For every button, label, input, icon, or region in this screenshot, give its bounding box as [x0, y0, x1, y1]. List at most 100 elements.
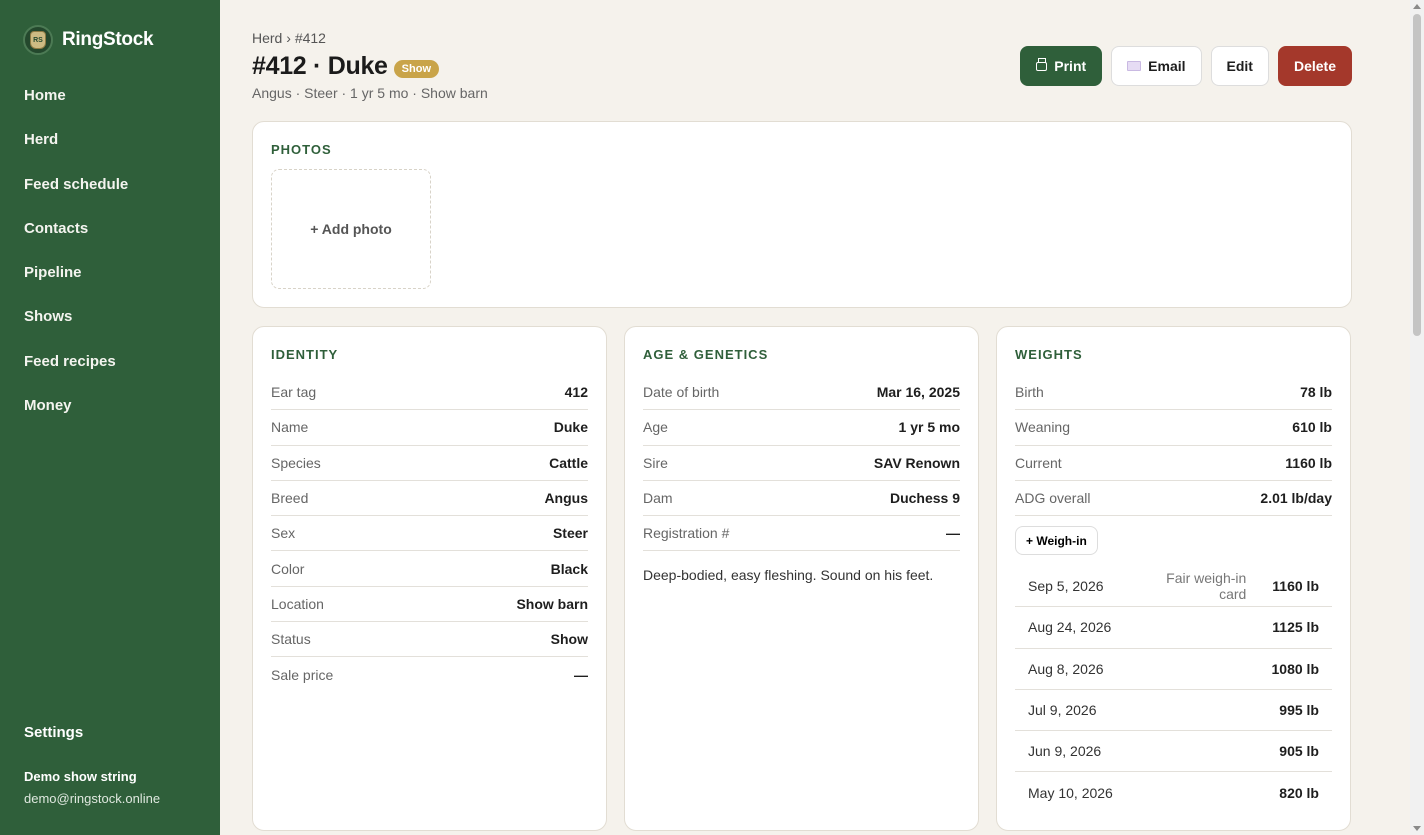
identity-row: Color Black — [271, 551, 588, 587]
weigh-in-weight: 1080 lb — [1271, 660, 1319, 677]
field-label: Birth — [1015, 384, 1044, 401]
field-value: Steer — [552, 525, 588, 542]
page-title: #412 · Duke — [252, 52, 388, 80]
weights-card: WEIGHTS Birth 78 lb Weaning 610 lb Current… — [996, 326, 1351, 831]
field-label: Sale price — [271, 667, 334, 684]
sidebar-item-pipeline[interactable]: Pipeline — [24, 262, 128, 306]
field-label: Breed — [271, 490, 309, 507]
field-label: Date of birth — [643, 384, 720, 401]
identity-row: Sale price — — [271, 657, 588, 692]
sidebar-item-feed-recipes[interactable]: Feed recipes — [24, 351, 128, 395]
genetics-row: Dam Duchess 9 — [643, 481, 960, 517]
weight-summary-row: Weaning 610 lb — [1015, 410, 1332, 446]
field-value: Cattle — [549, 454, 588, 471]
field-value: 1 yr 5 mo — [898, 419, 960, 436]
email-button[interactable]: Email — [1111, 46, 1202, 86]
weigh-in-button[interactable]: + Weigh-in — [1015, 526, 1098, 555]
sidebar-item-herd[interactable]: Herd — [24, 129, 128, 173]
weigh-in-weight: 1125 lb — [1272, 619, 1319, 636]
sidebar-item-contacts[interactable]: Contacts — [24, 218, 128, 262]
weights-title: WEIGHTS — [1015, 347, 1083, 362]
field-value: SAV Renown — [873, 454, 960, 471]
field-value: 1160 lb — [1285, 454, 1332, 471]
logo-badge-text: RS — [30, 31, 46, 49]
add-photo-button[interactable]: + Add photo — [271, 169, 431, 289]
photos-card: PHOTOS + Add photo — [252, 121, 1352, 308]
animal-notes: Deep-bodied, easy fleshing. Sound on his… — [643, 567, 934, 583]
weigh-in-weight: 995 lb — [1279, 702, 1319, 719]
status-badge: Show — [393, 60, 440, 78]
field-label: Current — [1015, 454, 1062, 471]
field-value: 2.01 lb/day — [1260, 490, 1332, 507]
weigh-in-row[interactable]: Jul 9, 2026 995 lb — [1015, 690, 1332, 732]
edit-button-label: Edit — [1226, 58, 1253, 74]
weight-summary-row: Birth 78 lb — [1015, 375, 1332, 411]
weights-summary: Birth 78 lb Weaning 610 lb Current 1160 lb … — [1015, 375, 1332, 517]
identity-card: IDENTITY Ear tag 412 Name Duke Species Catt… — [252, 326, 607, 831]
field-label: Ear tag — [271, 384, 317, 401]
genetics-row: Sire SAV Renown — [643, 446, 960, 481]
weigh-in-row[interactable]: Aug 8, 2026 1080 lb — [1015, 649, 1332, 690]
genetics-row: Registration # — — [643, 516, 960, 552]
field-label: Name — [271, 419, 309, 436]
page-scrollbar[interactable] — [1410, 0, 1424, 835]
scroll-up-arrow-icon[interactable] — [1413, 4, 1421, 9]
weigh-in-date: Aug 24, 2026 — [1028, 619, 1112, 636]
identity-row: Name Duke — [271, 410, 588, 446]
field-label: Species — [271, 454, 321, 471]
sidebar-item-settings[interactable]: Settings — [24, 724, 83, 741]
field-label: Location — [271, 595, 324, 612]
weigh-in-date: Jun 9, 2026 — [1028, 743, 1102, 760]
breadcrumb-current: #412 — [294, 30, 326, 46]
field-value: Show barn — [516, 595, 588, 612]
field-label: Sex — [271, 525, 296, 542]
identity-row: Breed Angus — [271, 481, 588, 517]
page-subtitle: Angus · Steer · 1 yr 5 mo · Show barn — [252, 85, 488, 101]
identity-row: Ear tag 412 — [271, 375, 588, 411]
weigh-in-row[interactable]: May 10, 2026 820 lb — [1015, 772, 1332, 813]
delete-button[interactable]: Delete — [1277, 46, 1352, 86]
identity-row: Species Cattle — [271, 446, 588, 481]
print-button[interactable]: Print — [1020, 46, 1103, 86]
delete-button-label: Delete — [1293, 58, 1336, 74]
field-value: 412 — [564, 384, 588, 401]
weigh-in-row[interactable]: Sep 5, 2026 Fair weigh-in card 1160 lb — [1015, 566, 1332, 608]
sidebar-item-shows[interactable]: Shows — [24, 306, 128, 350]
genetics-card: AGE & GENETICS Date of birth Mar 16, 2025… — [624, 326, 979, 831]
field-label: Age — [643, 419, 668, 436]
brand-logo-icon: RS — [23, 25, 53, 55]
weigh-in-history: Sep 5, 2026 Fair weigh-in card 1160 lb Aug… — [1015, 566, 1332, 814]
sidebar-item-money[interactable]: Money — [24, 395, 128, 439]
print-button-label: Print — [1054, 58, 1087, 74]
breadcrumb-herd-link[interactable]: Herd — [252, 30, 282, 46]
weigh-in-row[interactable]: Jun 9, 2026 905 lb — [1015, 731, 1332, 773]
weigh-in-weight: 820 lb — [1279, 785, 1319, 802]
field-value: Duchess 9 — [889, 490, 960, 507]
genetics-list: Date of birth Mar 16, 2025 Age 1 yr 5 mo S… — [643, 375, 960, 552]
genetics-row: Date of birth Mar 16, 2025 — [643, 375, 960, 411]
weight-summary-row: Current 1160 lb — [1015, 446, 1332, 481]
sidebar-item-feed-schedule[interactable]: Feed schedule — [24, 174, 128, 218]
weigh-in-row[interactable]: Aug 24, 2026 1125 lb — [1015, 607, 1332, 649]
identity-row: Location Show barn — [271, 587, 588, 623]
brand[interactable]: RS RingStock — [23, 25, 154, 55]
field-value: Show — [550, 631, 588, 648]
field-label: Dam — [643, 490, 673, 507]
field-label: Status — [271, 631, 311, 648]
sidebar-item-home[interactable]: Home — [24, 85, 128, 129]
envelope-icon — [1127, 61, 1142, 71]
scrollbar-thumb[interactable] — [1413, 14, 1421, 336]
weigh-in-date: Jul 9, 2026 — [1028, 702, 1097, 719]
scroll-down-arrow-icon[interactable] — [1413, 826, 1421, 831]
email-button-label: Email — [1148, 58, 1186, 74]
account-name: Demo show string — [24, 769, 137, 784]
identity-title: IDENTITY — [271, 347, 339, 362]
weigh-in-weight: 1160 lb — [1272, 578, 1319, 595]
weigh-in-date: Aug 8, 2026 — [1028, 660, 1104, 677]
identity-row: Status Show — [271, 622, 588, 658]
printer-icon — [1036, 57, 1048, 71]
field-label: Registration # — [643, 525, 730, 542]
sidebar-nav: Home Herd Feed schedule Contacts Pipelin… — [24, 85, 128, 439]
edit-button[interactable]: Edit — [1210, 46, 1269, 86]
identity-list: Ear tag 412 Name Duke Species Cattle Breed A… — [271, 375, 588, 693]
